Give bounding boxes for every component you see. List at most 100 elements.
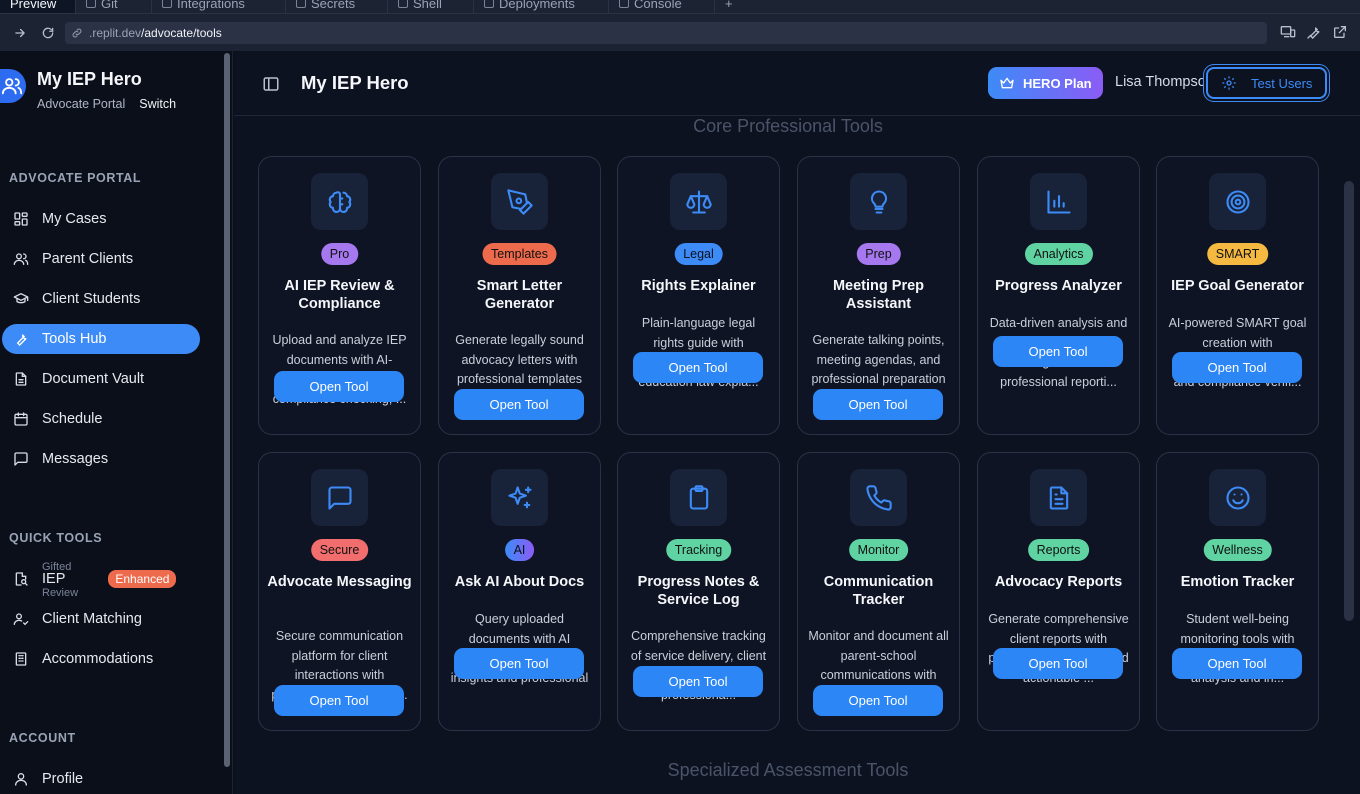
- open-tool-button[interactable]: Open Tool: [633, 666, 763, 697]
- section-heading-specialized: Specialized Assessment Tools: [667, 760, 909, 780]
- users-logo-icon: [0, 69, 26, 103]
- tab-label: Preview: [10, 0, 57, 11]
- hero-plan-badge[interactable]: HERO Plan: [988, 67, 1103, 99]
- sidebar-item-label: Profile: [42, 771, 84, 787]
- app-title: My IEP Hero: [37, 69, 142, 89]
- sidebar-item-my-cases[interactable]: My Cases: [2, 204, 200, 234]
- open-tool-button[interactable]: Open Tool: [993, 336, 1123, 367]
- wrench-icon: [16, 333, 27, 346]
- tool-icon-box: [491, 469, 548, 526]
- tool-card: Legal Rights Explainer Plain-language lega…: [617, 156, 780, 435]
- tab-deployments[interactable]: Deployments: [474, 0, 609, 13]
- section-label-advocate: ADVOCATE PORTAL: [9, 171, 142, 185]
- tool-tag: Legal: [674, 243, 723, 265]
- tool-icon-box: [850, 173, 907, 230]
- target-icon: [1225, 189, 1250, 214]
- hero-plan-label: HERO Plan: [1023, 75, 1092, 91]
- sidebar-toggle-icon[interactable]: [262, 75, 280, 98]
- open-tool-button[interactable]: Open Tool: [633, 352, 763, 383]
- iep-review-ghost-top: Gifted: [42, 561, 72, 573]
- open-tool-button[interactable]: Open Tool: [454, 389, 584, 420]
- sidebar-item-tools-hub[interactable]: Tools Hub: [2, 324, 200, 354]
- sidebar-item-messages[interactable]: Messages: [2, 444, 200, 474]
- tab-label: Integrations: [177, 0, 245, 11]
- lock-icon: [296, 0, 306, 8]
- document-icon: [15, 372, 27, 386]
- tool-icon-box: [1030, 469, 1087, 526]
- clipboard-icon: [689, 484, 708, 510]
- address-bar: .replit.dev/advocate/tools: [0, 14, 1360, 51]
- smile-icon: [1225, 485, 1250, 510]
- url-field[interactable]: .replit.dev/advocate/tools: [65, 22, 1267, 44]
- sidebar-item-label: My Cases: [42, 211, 107, 227]
- user-name[interactable]: Lisa Thompson: [1115, 74, 1207, 90]
- sidebar-item-iep-review[interactable]: Gifted IEP Review Enhanced: [2, 561, 200, 599]
- crown-icon: [1000, 77, 1014, 89]
- wrench-icon[interactable]: [1306, 24, 1322, 40]
- test-users-button[interactable]: Test Users: [1206, 67, 1327, 99]
- open-tool-button[interactable]: Open Tool: [1172, 352, 1302, 383]
- sidebar-scrollbar-thumb[interactable]: [224, 53, 230, 767]
- sidebar: My IEP Hero Advocate Portal Switch ADVOCA…: [0, 51, 222, 794]
- url-host: .replit.dev: [89, 26, 142, 40]
- sidebar-item-document-vault[interactable]: Document Vault: [2, 364, 200, 394]
- link-icon: [72, 28, 82, 38]
- open-tool-button[interactable]: Open Tool: [274, 371, 404, 402]
- tool-icon-box: [311, 173, 368, 230]
- users-icon: [13, 253, 29, 265]
- sidebar-item-label: Messages: [42, 451, 109, 467]
- sidebar-item-profile[interactable]: Profile: [2, 764, 200, 794]
- sidebar-item-label: Client Matching: [42, 611, 142, 627]
- ide-tab-strip: Preview Git Integrations Secrets Shell D…: [0, 0, 1360, 14]
- sidebar-item-label: Schedule: [42, 411, 103, 427]
- tool-tag: SMART: [1206, 243, 1269, 265]
- brain-icon: [328, 190, 351, 213]
- tab-git[interactable]: Git: [76, 0, 152, 13]
- graduation-cap-icon: [13, 293, 29, 304]
- tool-title: Rights Explainer: [641, 278, 756, 294]
- open-tool-button[interactable]: Open Tool: [1172, 648, 1302, 679]
- tool-tag: Analytics: [1024, 243, 1093, 265]
- open-tool-button[interactable]: Open Tool: [993, 648, 1123, 679]
- tool-title: Advocacy Reports: [994, 574, 1123, 590]
- sidebar-item-label: Client Students: [42, 291, 141, 307]
- tool-card: Analytics Progress Analyzer Data-driven an…: [977, 156, 1140, 435]
- calendar-icon: [14, 412, 28, 426]
- git-icon: [86, 0, 96, 8]
- tool-title: Advocate Messaging: [267, 574, 412, 590]
- tool-icon-box: [670, 173, 727, 230]
- sidebar-item-accommodations[interactable]: Accommodations: [2, 644, 200, 674]
- enhanced-badge: Enhanced: [108, 570, 177, 588]
- tab-shell[interactable]: Shell: [388, 0, 474, 13]
- sidebar-scrollbar[interactable]: [222, 51, 233, 794]
- page-title: My IEP Hero: [301, 72, 409, 93]
- reload-icon[interactable]: [34, 19, 62, 47]
- tool-tag: Monitor: [848, 539, 909, 561]
- forward-icon[interactable]: [6, 19, 34, 47]
- tool-title: Smart Letter Generator: [476, 278, 563, 312]
- tool-tag: Tracking: [665, 539, 732, 561]
- tool-title: Emotion Tracker: [1180, 574, 1295, 590]
- open-tool-button[interactable]: Open Tool: [274, 685, 404, 716]
- tab-secrets[interactable]: Secrets: [286, 0, 388, 13]
- devices-icon[interactable]: [1280, 24, 1296, 40]
- sidebar-item-parent-clients[interactable]: Parent Clients: [2, 244, 200, 274]
- tool-icon-box: [311, 469, 368, 526]
- new-tab-button[interactable]: +: [715, 0, 745, 13]
- sidebar-item-client-matching[interactable]: Client Matching: [2, 604, 200, 634]
- tab-integrations[interactable]: Integrations: [152, 0, 286, 13]
- tool-title: Progress Notes & Service Log: [637, 574, 760, 608]
- bar-chart-icon: [1046, 189, 1071, 214]
- open-tool-button[interactable]: Open Tool: [813, 685, 943, 716]
- grid-icon: [14, 212, 28, 226]
- sidebar-item-schedule[interactable]: Schedule: [2, 404, 200, 434]
- sidebar-item-client-students[interactable]: Client Students: [2, 284, 200, 314]
- tab-console[interactable]: Console: [609, 0, 715, 13]
- tab-preview[interactable]: Preview: [0, 0, 76, 13]
- open-tool-button[interactable]: Open Tool: [454, 648, 584, 679]
- switch-portal-link[interactable]: Switch: [139, 97, 176, 111]
- section-label-account: ACCOUNT: [9, 731, 76, 745]
- content-scrollbar-thumb[interactable]: [1344, 181, 1354, 621]
- open-tool-button[interactable]: Open Tool: [813, 389, 943, 420]
- external-link-icon[interactable]: [1332, 24, 1348, 40]
